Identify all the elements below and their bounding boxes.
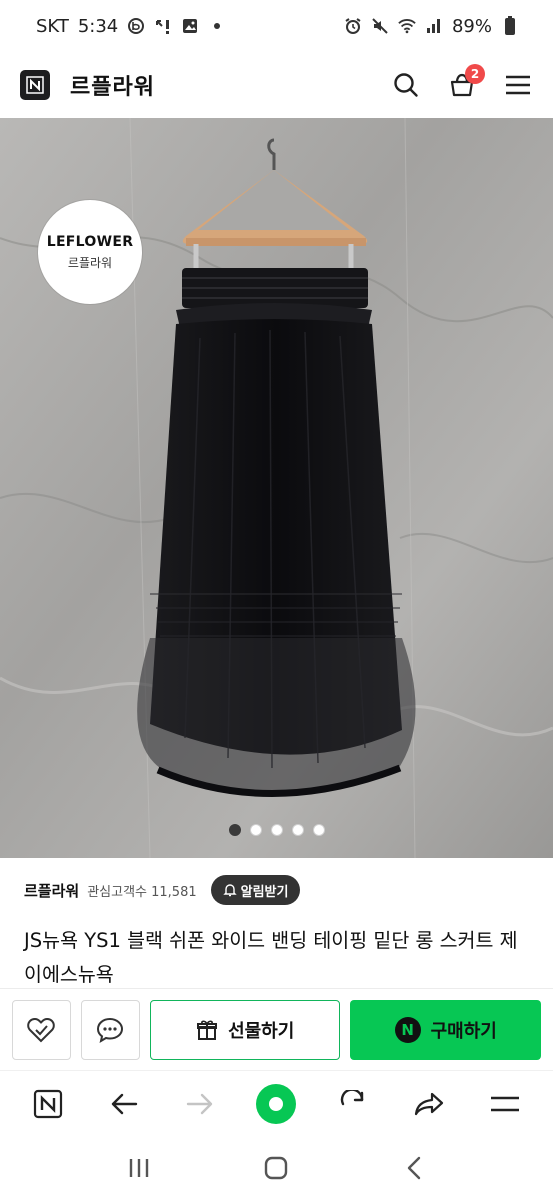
battery-icon	[501, 16, 519, 35]
share-icon	[414, 1092, 443, 1115]
wifi-icon	[398, 17, 416, 35]
gift-label: 선물하기	[228, 1020, 295, 1042]
carousel-dot-3[interactable]	[270, 824, 283, 836]
gift-icon	[197, 1019, 218, 1040]
system-back-button[interactable]	[389, 1148, 439, 1188]
back-arrow-icon	[111, 1093, 138, 1114]
browser-navigation-bar	[0, 1070, 553, 1136]
signal-icon	[425, 17, 443, 35]
notify-button[interactable]: 알림받기	[210, 875, 301, 905]
brand-stamp-english: LEFLOWER	[46, 233, 134, 250]
more-notifications-dot-icon	[208, 17, 226, 35]
brand-stamp-logo: LEFLOWER 르플라워	[38, 200, 142, 304]
naver-home-icon	[33, 1089, 63, 1118]
naver-logo[interactable]	[20, 70, 50, 100]
refresh-icon	[340, 1089, 363, 1105]
store-name-link[interactable]: 르플라워	[24, 880, 79, 901]
menu-button[interactable]	[503, 70, 533, 100]
carrier-label: SKT	[36, 15, 69, 37]
purchase-action-bar: 선물하기 N 구매하기	[0, 988, 553, 1070]
chat-bubble-icon	[97, 1017, 124, 1043]
header-actions: 2	[391, 64, 533, 100]
hamburger-menu-icon	[490, 1096, 519, 1111]
bell-plus-icon	[222, 884, 237, 897]
talk-button[interactable]	[80, 999, 140, 1060]
carousel-dot-2[interactable]	[249, 824, 262, 836]
clock-time: 5:34	[77, 15, 119, 37]
naver-n-icon	[26, 76, 44, 94]
buy-button[interactable]: N 구매하기	[350, 999, 541, 1060]
forward-arrow-icon	[187, 1093, 213, 1114]
product-title: JS뉴욕 YS1 블랙 쉬폰 와이드 밴딩 테이핑 밑단 롱 스커트 제이에스뉴…	[24, 929, 518, 986]
share-button[interactable]	[409, 1084, 449, 1124]
status-left: SKT 5:34	[36, 16, 226, 37]
forward-button[interactable]	[180, 1084, 220, 1124]
home-square-icon	[265, 1156, 288, 1180]
browser-menu-button[interactable]	[485, 1084, 525, 1124]
battery-percent: 89%	[451, 15, 492, 37]
alarm-icon	[344, 17, 362, 35]
missed-call-icon	[154, 17, 172, 35]
recent-apps-icon	[129, 1159, 149, 1177]
naver-home-button[interactable]	[28, 1084, 68, 1124]
carousel-dot-1[interactable]	[228, 824, 241, 836]
search-button[interactable]	[391, 70, 421, 100]
carousel-dot-4[interactable]	[291, 824, 304, 836]
status-right: 89%	[344, 16, 519, 37]
system-home-button[interactable]	[251, 1148, 301, 1188]
search-icon	[394, 73, 418, 97]
mute-icon	[371, 17, 389, 35]
wishlist-button[interactable]	[12, 999, 71, 1060]
back-button[interactable]	[104, 1084, 144, 1124]
android-system-nav	[0, 1136, 553, 1200]
store-info-row: 르플라워 관심고객수 11,581 알림받기	[24, 872, 301, 908]
notify-label: 알림받기	[240, 884, 289, 900]
menu-icon	[506, 75, 530, 95]
carousel-indicator	[0, 824, 553, 836]
recent-apps-button[interactable]	[114, 1148, 164, 1188]
cart-count-badge: 2	[465, 64, 485, 84]
cart-button[interactable]: 2	[447, 64, 485, 100]
app-notification-icon	[127, 17, 145, 35]
naver-pay-icon: N	[394, 1016, 421, 1043]
fan-count: 관심고객수 11,581	[87, 884, 197, 900]
product-image-carousel[interactable]: LEFLOWER 르플라워	[0, 118, 553, 858]
app-header: 르플라워 2	[0, 52, 553, 118]
status-bar: SKT 5:34 89%	[0, 0, 553, 52]
carousel-dot-5[interactable]	[312, 824, 325, 836]
heart-check-icon	[27, 1017, 56, 1042]
refresh-button[interactable]	[333, 1084, 373, 1124]
brand-stamp-korean: 르플라워	[67, 255, 113, 270]
gift-button[interactable]: 선물하기	[149, 999, 341, 1060]
buy-label: 구매하기	[430, 1020, 497, 1042]
store-title[interactable]: 르플라워	[70, 69, 155, 101]
chevron-left-icon	[407, 1156, 421, 1180]
gallery-notification-icon	[181, 17, 199, 35]
green-dot-button[interactable]	[256, 1083, 297, 1124]
green-dot-icon	[269, 1096, 284, 1111]
